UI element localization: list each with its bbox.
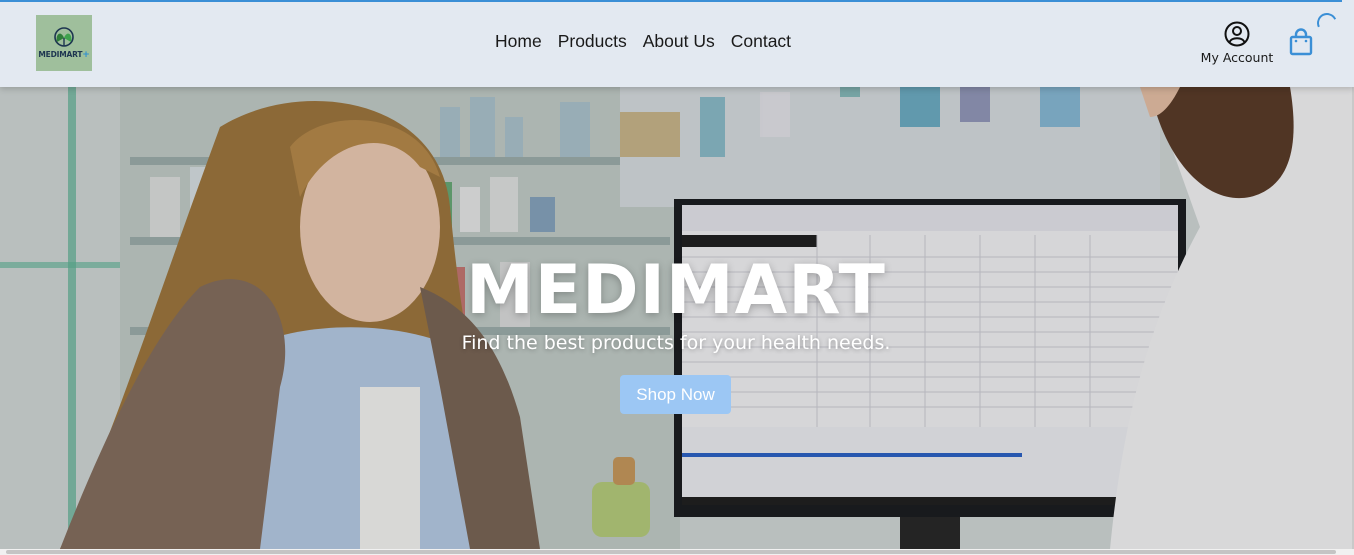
site-header: MEDIMART+ Home Products About Us Contact… [0, 0, 1354, 87]
hero-banner: MEDIMART Find the best products for your… [0, 87, 1352, 549]
nav-products-link[interactable]: Products [558, 31, 627, 52]
nav-home-link[interactable]: Home [495, 31, 542, 52]
site-logo[interactable]: MEDIMART+ [36, 15, 92, 71]
horizontal-scrollbar[interactable] [0, 549, 1354, 555]
user-circle-icon [1224, 21, 1250, 47]
my-account-button[interactable]: My Account [1199, 21, 1275, 65]
shopping-bag-icon[interactable] [1289, 28, 1313, 56]
main-nav: Home Products About Us Contact [495, 31, 791, 52]
nav-contact-link[interactable]: Contact [731, 31, 791, 52]
logo-wordmark: MEDIMART+ [38, 50, 90, 60]
hero-subtitle: Find the best products for your health n… [461, 332, 891, 354]
my-account-label: My Account [1200, 50, 1274, 65]
shop-now-button[interactable]: Shop Now [620, 375, 731, 414]
page-loading-bar [0, 0, 1342, 2]
nav-about-link[interactable]: About Us [643, 31, 715, 52]
loading-spinner-icon [1314, 10, 1340, 36]
leaf-logo-icon [54, 27, 74, 47]
horizontal-scrollbar-thumb[interactable] [6, 550, 1336, 554]
hero-title: MEDIMART [466, 251, 886, 330]
